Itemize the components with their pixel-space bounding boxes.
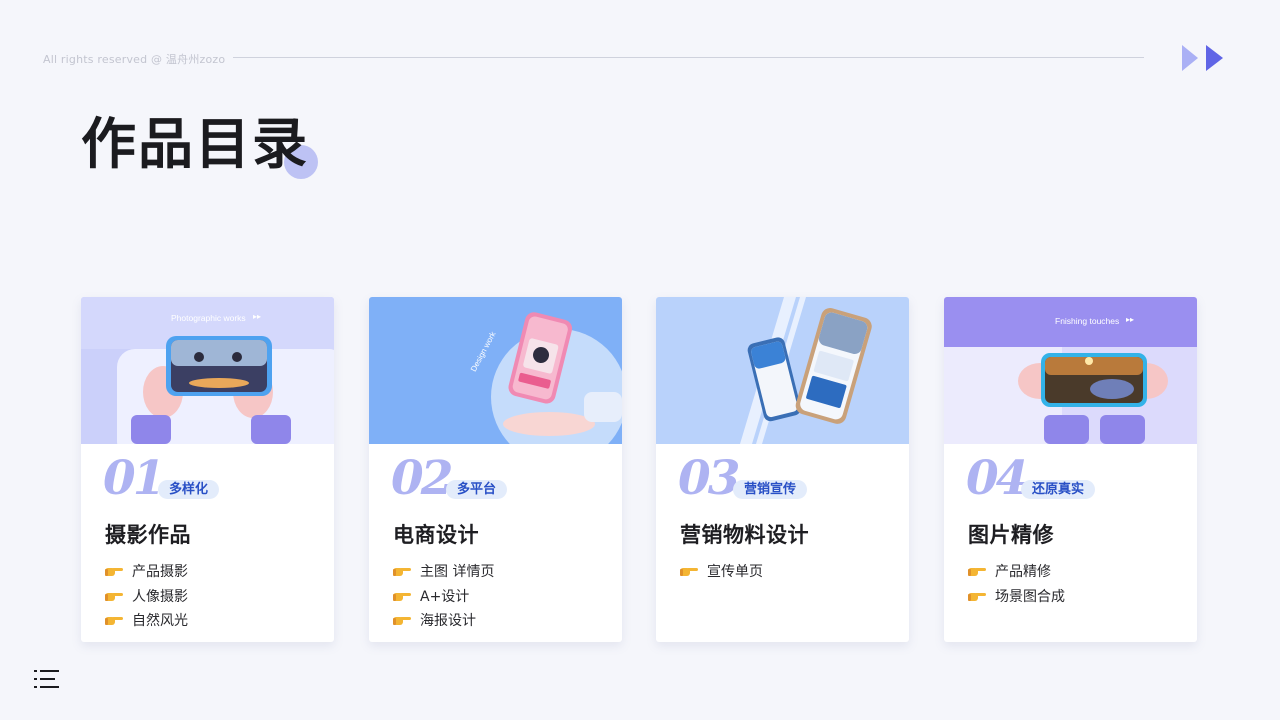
- card-badge: 还原真实: [1021, 480, 1096, 499]
- card-item-list: 宣传单页: [680, 559, 763, 584]
- pointing-hand-icon: [680, 568, 698, 577]
- list-item-label: 产品摄影: [132, 564, 188, 581]
- card-number: 04: [966, 451, 1028, 506]
- pointing-hand-icon: [393, 592, 411, 601]
- list-item: 宣传单页: [680, 559, 763, 584]
- card-marketing[interactable]: 03 营销宣传 营销物料设计 宣传单页: [656, 297, 909, 642]
- card-item-list: 主图 详情页 A+设计 海报设计: [393, 559, 494, 633]
- list-item: 自然风光: [105, 608, 188, 633]
- pointing-hand-icon: [105, 568, 123, 577]
- card-photography[interactable]: Photographic works ▸▸ 01 多样化 摄影作品 产品摄影 人…: [81, 297, 334, 642]
- list-item: 人像摄影: [105, 584, 188, 609]
- card-ecommerce[interactable]: Design work 02 多平台 电商设计 主图 详情页 A+设计 海报设计: [369, 297, 622, 642]
- pointing-hand-icon: [393, 617, 411, 626]
- pointing-hand-icon: [968, 592, 986, 601]
- card-image-photography: Photographic works ▸▸: [81, 297, 334, 444]
- image-caption: Fnishing touches: [1055, 316, 1120, 326]
- list-item-label: 主图 详情页: [420, 564, 495, 581]
- page-title: 作品目录: [81, 112, 310, 176]
- card-badge: 营销宣传: [733, 480, 808, 499]
- list-item-label: 自然风光: [132, 613, 188, 630]
- list-item: 场景图合成: [968, 584, 1065, 609]
- card-badge: 多样化: [158, 480, 220, 499]
- card-number: 02: [391, 451, 453, 506]
- card-title: 电商设计: [393, 523, 479, 547]
- card-badge: 多平台: [446, 480, 508, 499]
- card-image-ecommerce: Design work: [369, 297, 622, 444]
- list-item-label: 产品精修: [995, 564, 1051, 581]
- card-retouching[interactable]: Fnishing touches ▸▸ 04 还原真实 图片精修 产品精修 场景…: [944, 297, 1197, 642]
- list-item-label: 海报设计: [420, 613, 476, 630]
- list-item: A+设计: [393, 584, 494, 609]
- card-item-list: 产品摄影 人像摄影 自然风光: [105, 559, 188, 633]
- pointing-hand-icon: [968, 568, 986, 577]
- card-title: 营销物料设计: [680, 523, 809, 547]
- caption-chevrons-icon: ▸▸: [253, 312, 262, 321]
- card-title: 图片精修: [968, 523, 1054, 547]
- copyright-text: All rights reserved @ 温舟州zozo: [43, 53, 226, 66]
- card-number: 01: [103, 451, 165, 506]
- list-item: 产品摄影: [105, 559, 188, 584]
- list-item-label: 人像摄影: [132, 588, 188, 605]
- card-image-marketing: [656, 297, 909, 444]
- image-caption: Photographic works: [171, 313, 246, 323]
- double-chevron-right-icon[interactable]: [1182, 45, 1224, 71]
- pointing-hand-icon: [393, 568, 411, 577]
- caption-chevrons-icon: ▸▸: [1126, 315, 1135, 324]
- list-item: 海报设计: [393, 608, 494, 633]
- list-item-label: A+设计: [420, 588, 470, 605]
- card-title: 摄影作品: [105, 523, 191, 547]
- list-item-label: 场景图合成: [995, 588, 1065, 605]
- header-divider: [233, 57, 1144, 58]
- list-item: 主图 详情页: [393, 559, 494, 584]
- pointing-hand-icon: [105, 617, 123, 626]
- card-number: 03: [678, 451, 740, 506]
- card-item-list: 产品精修 场景图合成: [968, 559, 1065, 608]
- pointing-hand-icon: [105, 592, 123, 601]
- list-item: 产品精修: [968, 559, 1065, 584]
- card-image-retouching: Fnishing touches ▸▸: [944, 297, 1197, 444]
- list-menu-icon[interactable]: [34, 668, 60, 690]
- list-item-label: 宣传单页: [707, 564, 763, 581]
